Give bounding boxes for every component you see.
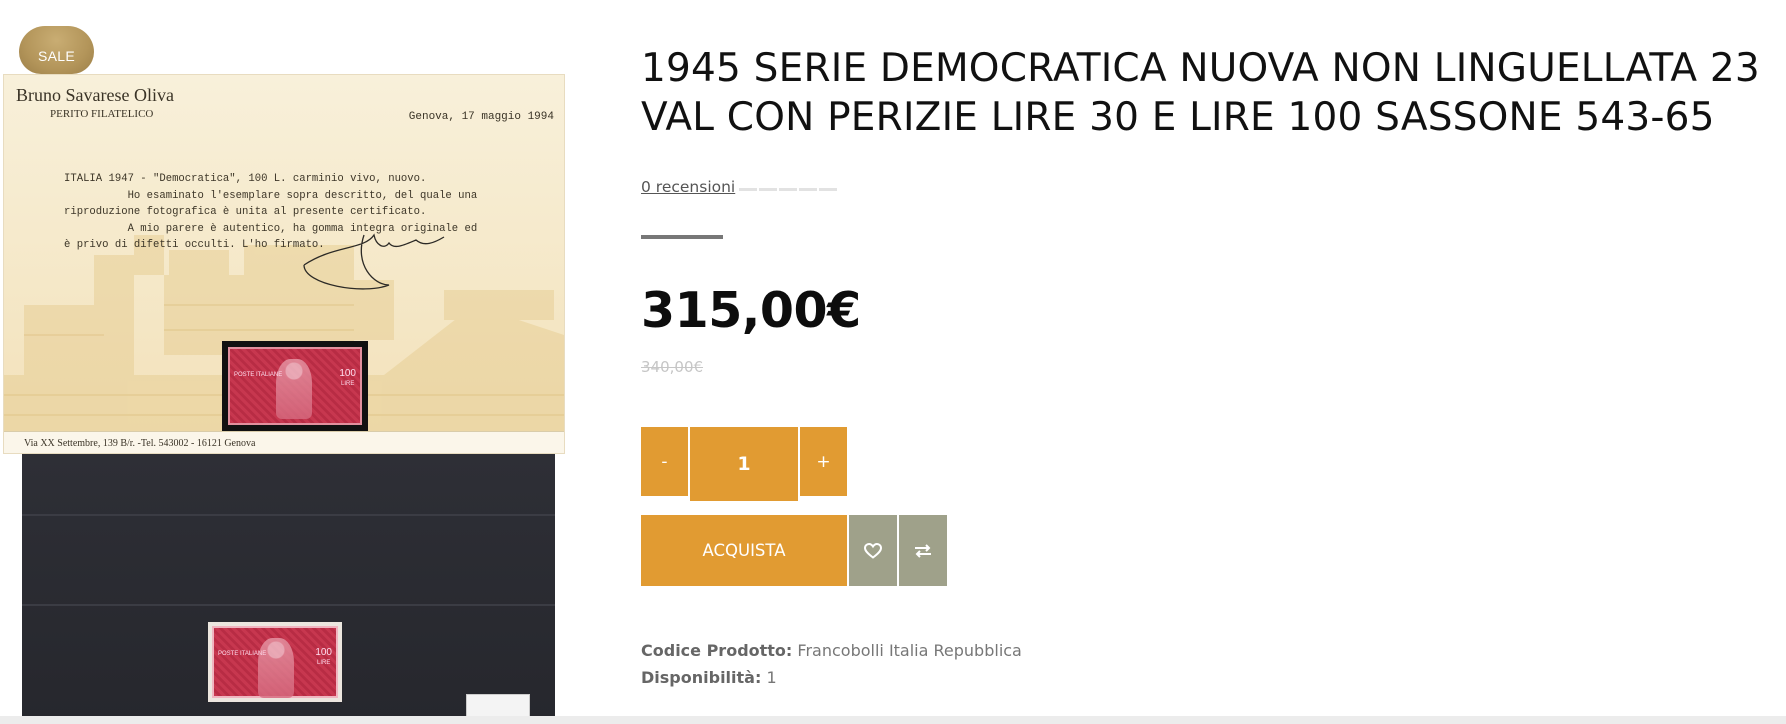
availability-label: Disponibilità: [641, 668, 762, 687]
certificate-line: Ho esaminato l'esemplare sopra descritto… [64, 189, 478, 202]
old-price: 340,00€ [641, 358, 704, 376]
stockcard-strip [22, 514, 555, 516]
product-code-row: Codice Prodotto: Francobolli Italia Repu… [641, 637, 1022, 664]
stamp-value-unit: LIRE [316, 660, 331, 666]
product-meta: Codice Prodotto: Francobolli Italia Repu… [641, 637, 1022, 691]
quantity-stepper: - 1 + [641, 427, 847, 501]
current-price: 315,00€ [641, 282, 861, 339]
cart-actions: ACQUISTA [641, 515, 947, 586]
rating-star-empty [819, 187, 838, 191]
stamp-figure [258, 638, 294, 698]
certificate-line: è privo di difetti occulti. L'ho firmato… [64, 239, 325, 251]
buy-button[interactable]: ACQUISTA [641, 515, 847, 586]
expert-name: Bruno Savarese Oliva [16, 85, 174, 105]
product-title: 1945 SERIE DEMOCRATICA NUOVA NON LINGUEL… [641, 46, 1760, 140]
product-gallery: SALE Bruno Savarese Oliva PERITO FILATEL… [0, 0, 580, 724]
quantity-input[interactable]: 1 [690, 427, 798, 501]
stamp-value-number: 100 [315, 647, 332, 658]
certificate-text: ITALIA 1947 - "Democratica", 100 L. carm… [64, 171, 559, 254]
certificate-line: riproduzione fotografica è unita al pres… [64, 206, 427, 218]
stamp-country: POSTE ITALIANE [234, 372, 283, 378]
stockcard-strip [22, 604, 555, 606]
stamp-photo: POSTE ITALIANE 100 LIRE [208, 622, 342, 702]
rating-star-empty [759, 187, 778, 191]
rating-star-empty [779, 187, 798, 191]
exchange-icon [915, 543, 931, 558]
stockcard-image[interactable]: POSTE ITALIANE 100 LIRE [22, 454, 555, 724]
compare-button[interactable] [899, 515, 947, 586]
availability-value: 1 [766, 668, 777, 687]
rating-star-empty [739, 187, 758, 191]
certificate-image[interactable]: Bruno Savarese Oliva PERITO FILATELICO G… [3, 74, 565, 454]
section-divider [641, 235, 723, 239]
quantity-decrement-button[interactable]: - [641, 427, 688, 496]
wishlist-button[interactable] [849, 515, 897, 586]
quantity-increment-button[interactable]: + [800, 427, 847, 496]
reviews-row: 0 recensioni [641, 178, 838, 196]
stamp-value-unit: LIRE [340, 381, 355, 387]
reviews-link[interactable]: 0 recensioni [641, 178, 735, 196]
stamp-country: POSTE ITALIANE [218, 651, 267, 657]
certificate-line: A mio parere è autentico, ha gomma integ… [64, 222, 478, 235]
page-bottom-bar [0, 716, 1786, 724]
product-info: 1945 SERIE DEMOCRATICA NUOVA NON LINGUEL… [641, 0, 1771, 724]
stamp-value: 100 LIRE [315, 648, 332, 668]
product-code-value: Francobolli Italia Repubblica [797, 641, 1022, 660]
stamp-figure [276, 359, 312, 419]
certificate-footer: Via XX Settembre, 139 B/r. -Tel. 543002 … [4, 431, 564, 453]
rating-stars [739, 187, 838, 191]
product-code-label: Codice Prodotto: [641, 641, 793, 660]
certificate-stamp-photo: POSTE ITALIANE 100 LIRE [222, 341, 368, 431]
heart-icon [864, 542, 882, 559]
stamp-value: 100 LIRE [339, 369, 356, 389]
rating-star-empty [799, 187, 818, 191]
certificate-line: ITALIA 1947 - "Democratica", 100 L. carm… [64, 173, 427, 185]
stamp-value-number: 100 [339, 368, 356, 379]
sale-badge: SALE [19, 26, 94, 74]
expert-role: PERITO FILATELICO [50, 108, 154, 120]
certificate-date: Genova, 17 maggio 1994 [408, 111, 554, 123]
sale-badge-label: SALE [38, 48, 75, 64]
availability-row: Disponibilità: 1 [641, 664, 1022, 691]
